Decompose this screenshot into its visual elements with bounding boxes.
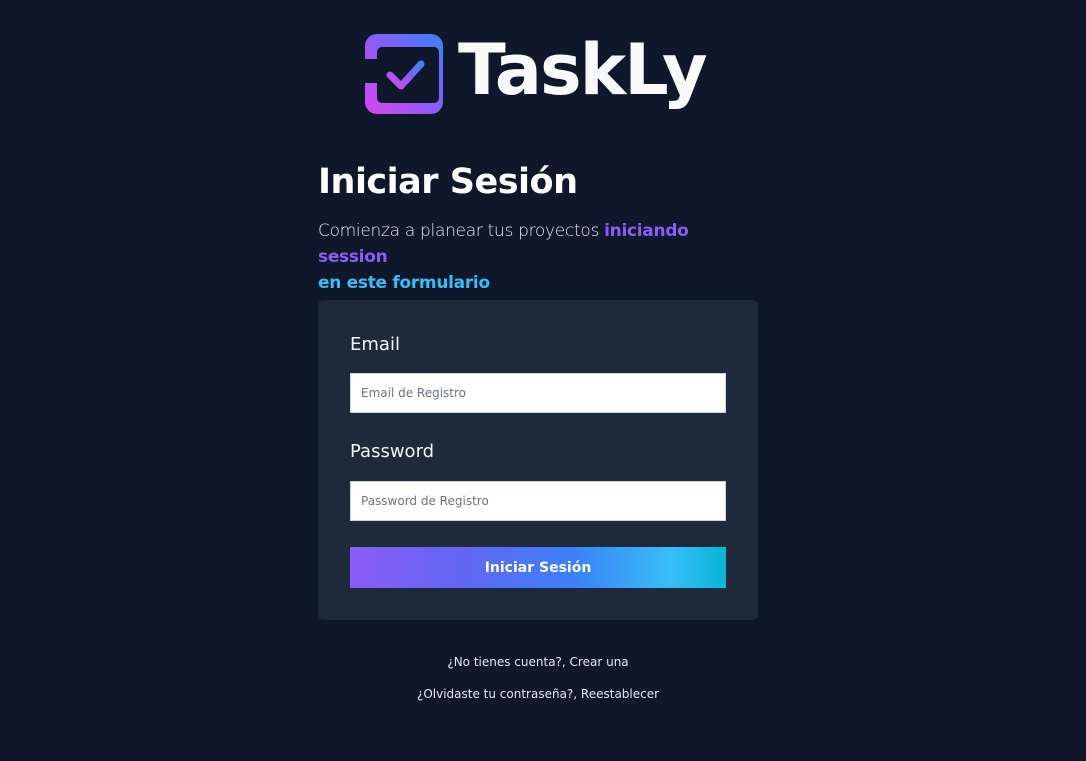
page-title: Iniciar Sesión [318, 162, 578, 202]
intro-section: Iniciar Sesión Comienza a planear tus pr… [318, 160, 758, 296]
email-label: Email [350, 334, 400, 355]
subtitle-highlight-secondary: en este formulario [318, 273, 490, 293]
brand-name: TaskLy [458, 29, 708, 111]
auth-links: ¿No tienes cuenta?, Crear una ¿Olvidaste… [318, 654, 758, 702]
brand-logo: TaskLy [364, 28, 708, 123]
register-link[interactable]: ¿No tienes cuenta?, Crear una [318, 654, 758, 670]
password-label: Password [350, 441, 435, 462]
email-field[interactable] [350, 373, 726, 413]
check-square-icon [364, 34, 443, 114]
password-field[interactable] [350, 481, 726, 521]
page-subtitle: Comienza a planear tus proyectos inician… [318, 218, 758, 296]
login-submit-button[interactable]: Iniciar Sesión [350, 547, 726, 588]
login-form: Email Password Iniciar Sesión [318, 300, 758, 620]
subtitle-text: Comienza a planear tus proyectos [318, 221, 605, 241]
forgot-password-link[interactable]: ¿Olvidaste tu contraseña?, Reestablecer [318, 686, 758, 702]
